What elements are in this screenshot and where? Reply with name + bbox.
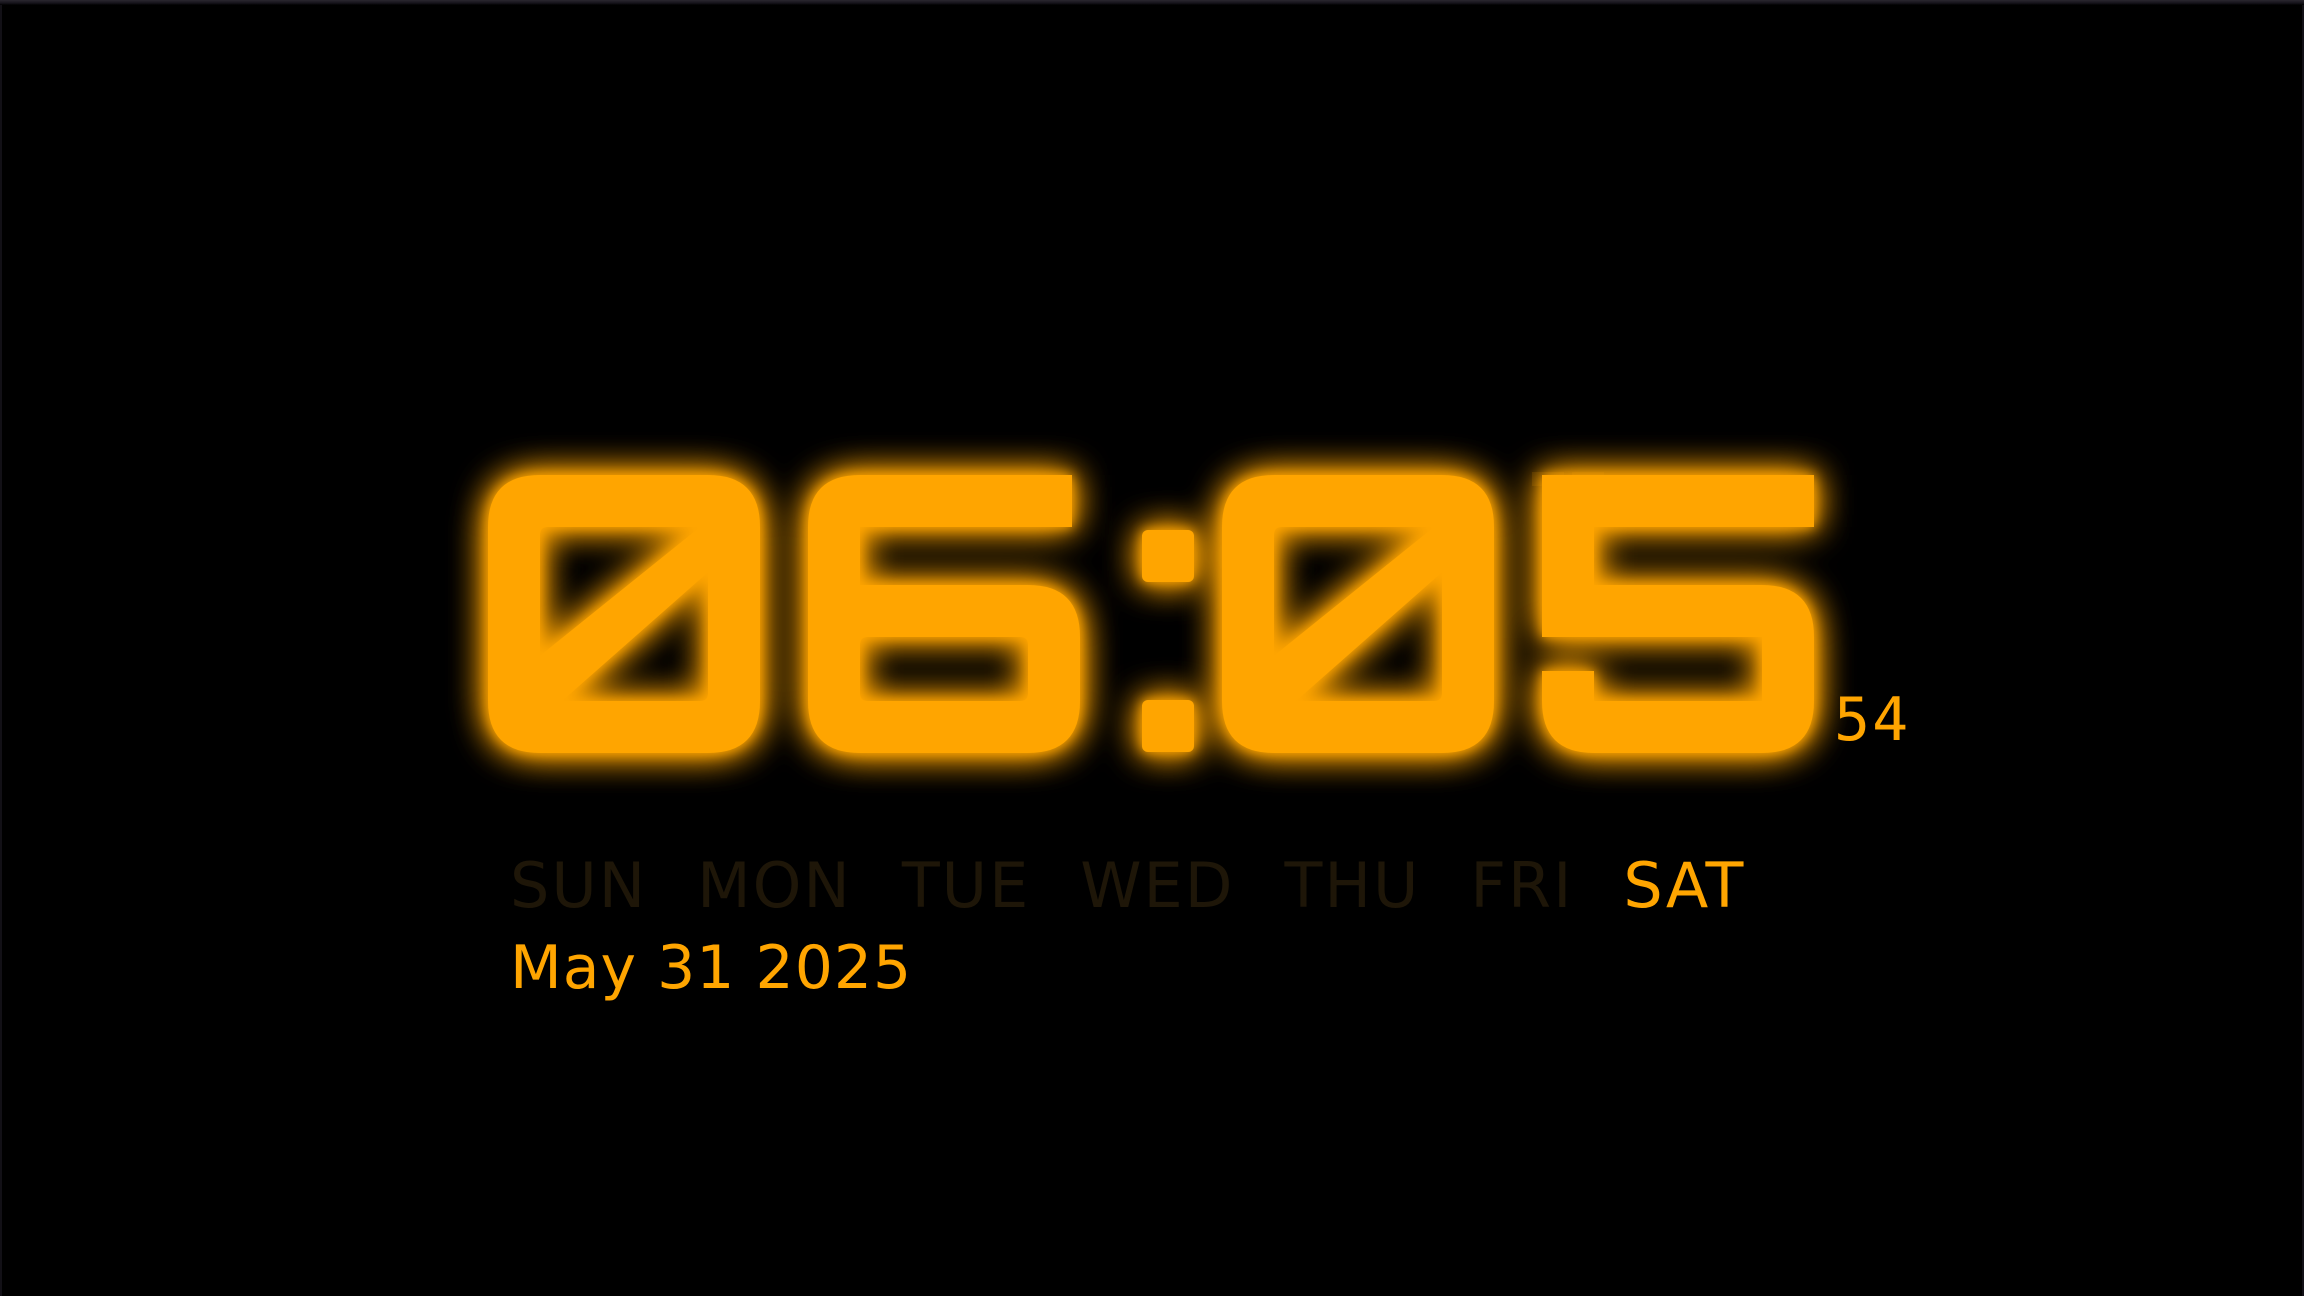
weekday-sun: SUN <box>510 849 648 922</box>
weekday-mon: MON <box>697 849 852 922</box>
digit-zero <box>1222 475 1494 753</box>
weekday-wed: WED <box>1080 849 1235 922</box>
clock-digits <box>488 475 1814 753</box>
digital-clock <box>488 470 1998 760</box>
digit-five <box>1542 475 1814 753</box>
colon-separator <box>1142 530 1194 752</box>
seconds-display: 54 <box>1834 685 1911 755</box>
clock-digits-group <box>488 475 1814 753</box>
weekday-row: SUN MON TUE WED THU FRI SAT <box>510 855 1795 917</box>
weekday-thu: THU <box>1284 849 1421 922</box>
weekday-tue: TUE <box>901 849 1031 922</box>
window-top-edge <box>0 0 2304 5</box>
digit-zero <box>488 475 760 753</box>
date-display: May 31 2025 <box>510 933 913 1003</box>
weekday-fri: FRI <box>1470 849 1574 922</box>
digit-six <box>808 475 1080 753</box>
weekday-sat: SAT <box>1623 849 1746 922</box>
am-pm-indicator <box>1532 472 1604 486</box>
clock-screen: 54 SUN MON TUE WED THU FRI SAT May 31 20… <box>0 0 2304 1296</box>
window-left-edge <box>0 5 2 1296</box>
